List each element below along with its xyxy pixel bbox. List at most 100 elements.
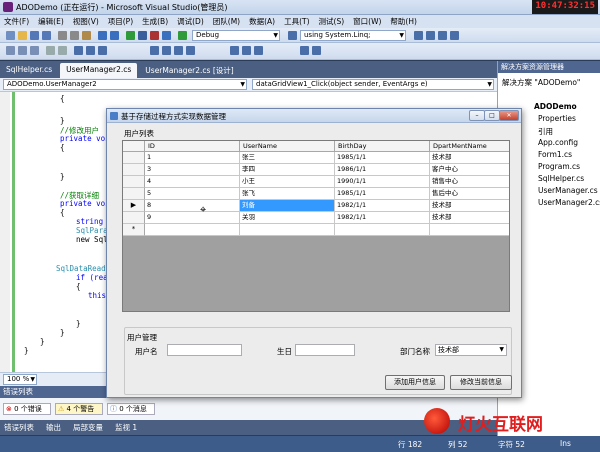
- size-icon[interactable]: [242, 46, 251, 55]
- grid-cell[interactable]: 9: [145, 212, 240, 224]
- tab-sqlhelper[interactable]: SqlHelper.cs: [0, 63, 58, 78]
- indent-icon[interactable]: [174, 46, 183, 55]
- column-header-birthday[interactable]: BirthDay: [335, 141, 430, 152]
- layout-icon[interactable]: [230, 46, 239, 55]
- grid-cell[interactable]: 1985/1/1: [335, 188, 430, 200]
- step-over-icon[interactable]: [18, 46, 27, 55]
- menu-edit[interactable]: 编辑(E): [38, 16, 64, 27]
- new-row-cell[interactable]: [335, 224, 430, 236]
- restart-icon[interactable]: [162, 31, 171, 40]
- grid-cell[interactable]: 客户中心: [430, 164, 509, 176]
- grid-cell[interactable]: 小王: [240, 176, 335, 188]
- solution-root[interactable]: 解决方案 "ADODemo": [502, 77, 580, 88]
- find-icon[interactable]: [288, 31, 297, 40]
- menu-test[interactable]: 测试(S): [319, 16, 345, 27]
- minimize-button[interactable]: –: [469, 110, 485, 121]
- save-all-icon[interactable]: [42, 31, 51, 40]
- save-icon[interactable]: [30, 31, 39, 40]
- next-bookmark-icon[interactable]: [98, 46, 107, 55]
- grid-cell[interactable]: 技术部: [430, 212, 509, 224]
- solution-item[interactable]: Properties: [538, 114, 576, 123]
- solution-item[interactable]: SqlHelper.cs: [538, 174, 584, 183]
- tab-order-icon[interactable]: [300, 46, 309, 55]
- current-row-indicator[interactable]: ▶: [123, 200, 145, 212]
- department-dropdown[interactable]: 技术部 ▼: [435, 344, 507, 356]
- tab-usermanager2-design[interactable]: UserManager2.cs [设计]: [139, 63, 239, 78]
- spacing-icon[interactable]: [254, 46, 263, 55]
- cut-icon[interactable]: [58, 31, 67, 40]
- menu-view[interactable]: 视图(V): [73, 16, 99, 27]
- start-debug-icon[interactable]: [126, 31, 135, 40]
- grid-cell[interactable]: 技术部: [430, 152, 509, 164]
- tab-usermanager2-code[interactable]: UserManager2.cs: [60, 63, 138, 78]
- tab-locals[interactable]: 局部变量: [73, 422, 103, 433]
- redo-icon[interactable]: [110, 31, 119, 40]
- find-combo[interactable]: using System.Linq; ▼: [300, 30, 406, 41]
- selected-grid-cell[interactable]: 刘备: [240, 200, 335, 212]
- uncomment-icon[interactable]: [58, 46, 67, 55]
- add-user-button[interactable]: 添加用户信息: [385, 375, 445, 390]
- column-header-department[interactable]: DpartMentName: [430, 141, 509, 152]
- grid-cell[interactable]: 1: [145, 152, 240, 164]
- username-input[interactable]: [167, 344, 242, 356]
- properties-icon[interactable]: [426, 31, 435, 40]
- project-node[interactable]: ADODemo: [534, 102, 577, 111]
- solution-explorer-icon[interactable]: [414, 31, 423, 40]
- solution-item[interactable]: Program.cs: [538, 162, 580, 171]
- run-icon[interactable]: [178, 31, 187, 40]
- copy-icon[interactable]: [70, 31, 79, 40]
- menu-data[interactable]: 数据(A): [249, 16, 275, 27]
- new-project-icon[interactable]: [6, 31, 15, 40]
- grid-cell[interactable]: 1990/1/1: [335, 176, 430, 188]
- pause-icon[interactable]: [138, 31, 147, 40]
- lock-controls-icon[interactable]: [312, 46, 321, 55]
- open-file-icon[interactable]: [18, 31, 27, 40]
- paste-icon[interactable]: [82, 31, 91, 40]
- row-header[interactable]: [123, 188, 145, 200]
- menu-window[interactable]: 窗口(W): [353, 16, 381, 27]
- solution-item[interactable]: Form1.cs: [538, 150, 572, 159]
- user-data-grid[interactable]: ID UserName BirthDay DpartMentName 1 张三 …: [122, 140, 510, 312]
- prev-bookmark-icon[interactable]: [86, 46, 95, 55]
- menu-debug[interactable]: 调试(D): [177, 16, 204, 27]
- warnings-filter-button[interactable]: ⚠ 4 个警告: [55, 403, 103, 415]
- grid-cell[interactable]: 4: [145, 176, 240, 188]
- birthday-input[interactable]: [295, 344, 355, 356]
- undo-icon[interactable]: [98, 31, 107, 40]
- grid-cell[interactable]: 售后中心: [430, 188, 509, 200]
- menu-team[interactable]: 团队(M): [213, 16, 240, 27]
- align-icon[interactable]: [162, 46, 171, 55]
- new-row-cell[interactable]: [145, 224, 240, 236]
- solution-item[interactable]: 引用: [538, 126, 553, 137]
- menu-tools[interactable]: 工具(T): [284, 16, 309, 27]
- bookmark-icon[interactable]: [74, 46, 83, 55]
- stop-icon[interactable]: [150, 31, 159, 40]
- grid-cell[interactable]: 技术部: [430, 200, 509, 212]
- grid-cell[interactable]: 5: [145, 188, 240, 200]
- tab-output[interactable]: 输出: [46, 422, 61, 433]
- grid-cell[interactable]: 1985/1/1: [335, 152, 430, 164]
- grid-cell[interactable]: 1986/1/1: [335, 164, 430, 176]
- grid-cell[interactable]: 1982/1/1: [335, 212, 430, 224]
- row-header[interactable]: [123, 176, 145, 188]
- class-dropdown[interactable]: ADODemo.UserManager2 ▼: [3, 79, 247, 90]
- grid-cell[interactable]: 关羽: [240, 212, 335, 224]
- step-out-icon[interactable]: [30, 46, 39, 55]
- messages-filter-button[interactable]: ⓘ 0 个消息: [107, 403, 155, 415]
- menu-file[interactable]: 文件(F): [4, 16, 29, 27]
- menu-help[interactable]: 帮助(H): [390, 16, 417, 27]
- column-header-id[interactable]: ID: [145, 141, 240, 152]
- column-header-username[interactable]: UserName: [240, 141, 335, 152]
- configuration-dropdown[interactable]: Debug ▼: [192, 30, 280, 41]
- close-button[interactable]: ✕: [499, 110, 519, 121]
- tab-watch-1[interactable]: 监视 1: [115, 422, 137, 433]
- maximize-button[interactable]: □: [484, 110, 500, 121]
- grid-cell[interactable]: 3: [145, 164, 240, 176]
- edit-user-button[interactable]: 修改当前信息: [450, 375, 512, 390]
- row-header[interactable]: [123, 152, 145, 164]
- grid-cell[interactable]: 李四: [240, 164, 335, 176]
- solution-item[interactable]: UserManager2.cs: [538, 198, 600, 207]
- grid-cell[interactable]: 销售中心: [430, 176, 509, 188]
- grid-cell[interactable]: 1982/1/1: [335, 200, 430, 212]
- grid-cell[interactable]: 8: [145, 200, 240, 212]
